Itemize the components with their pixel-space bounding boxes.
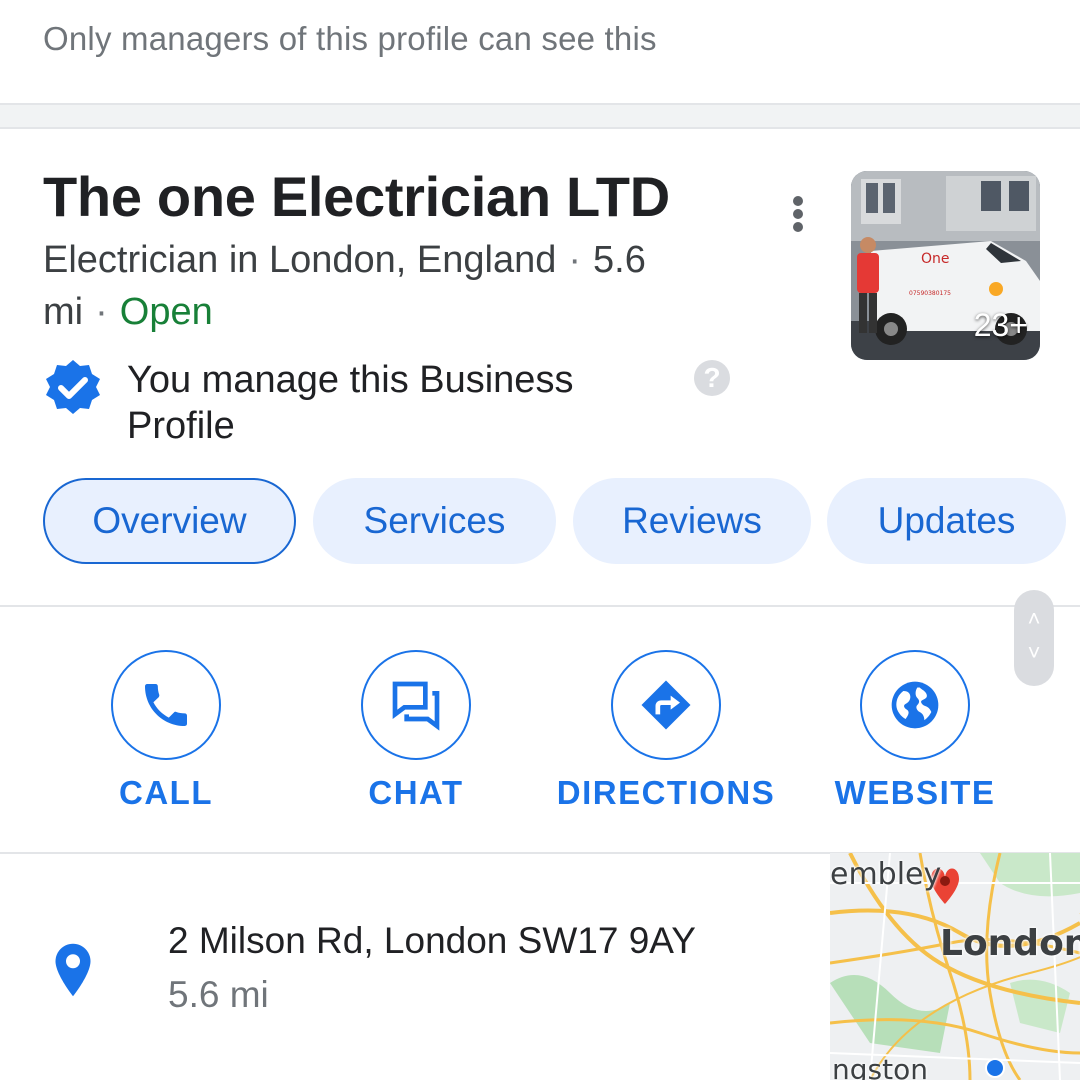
- chat-button[interactable]: CHAT: [291, 650, 541, 812]
- map-label-kingston: ngston: [832, 1053, 928, 1080]
- call-circle[interactable]: [111, 650, 221, 760]
- photo-count: 23+: [973, 307, 1028, 343]
- address-distance: 5.6 mi: [168, 974, 269, 1015]
- verified-badge-icon: [46, 360, 100, 414]
- chat-label: CHAT: [368, 774, 464, 811]
- chevron-up-icon: ˄: [1027, 606, 1041, 631]
- business-photo[interactable]: One 07590380175 23+: [851, 171, 1040, 360]
- open-status: Open: [119, 291, 213, 333]
- directions-label: DIRECTIONS: [556, 774, 776, 811]
- call-label: CALL: [119, 774, 213, 811]
- managers-notice: Only managers of this profile can see th…: [0, 0, 1080, 104]
- location-pin-icon: [55, 943, 91, 997]
- tab-reviews[interactable]: Reviews: [573, 478, 811, 564]
- section-separator: [0, 103, 1080, 129]
- website-label: WEBSITE: [834, 774, 996, 811]
- website-button[interactable]: WEBSITE: [790, 650, 1040, 812]
- help-icon[interactable]: ?: [694, 360, 730, 396]
- phone-icon: [145, 684, 187, 726]
- business-subtitle: Electrician in London, England · 5.6 mi · Op…: [43, 234, 723, 338]
- tab-overview[interactable]: Overview: [43, 478, 296, 564]
- chat-icon: [392, 681, 440, 731]
- directions-circle[interactable]: [611, 650, 721, 760]
- business-name: The one Electrician LTD: [43, 165, 670, 228]
- call-button[interactable]: CALL: [41, 650, 291, 812]
- svg-text:07590380175: 07590380175: [909, 290, 951, 297]
- more-options-icon[interactable]: [786, 194, 810, 234]
- business-category: Electrician in London, England: [43, 239, 557, 281]
- chat-circle[interactable]: [361, 650, 471, 760]
- map-label-wembley: embley: [830, 857, 942, 892]
- address-text[interactable]: 2 Milson Rd, London SW17 9AY: [168, 920, 696, 962]
- directions-button[interactable]: DIRECTIONS: [541, 650, 791, 812]
- separator-dot: ·: [95, 291, 108, 333]
- tab-updates[interactable]: Updates: [827, 478, 1066, 564]
- map-thumbnail[interactable]: embley London ngston: [830, 853, 1080, 1080]
- manage-profile-text: You manage this Business Profile: [127, 359, 574, 447]
- managers-notice-text: Only managers of this profile can see th…: [43, 20, 657, 57]
- globe-icon: [891, 681, 939, 729]
- divider: [0, 605, 1080, 607]
- map-label-london: London: [940, 923, 1080, 964]
- separator-dot: ·: [568, 239, 582, 281]
- svg-text:One: One: [921, 251, 950, 267]
- website-circle[interactable]: [860, 650, 970, 760]
- tab-services[interactable]: Services: [313, 478, 556, 564]
- directions-icon: [641, 680, 691, 730]
